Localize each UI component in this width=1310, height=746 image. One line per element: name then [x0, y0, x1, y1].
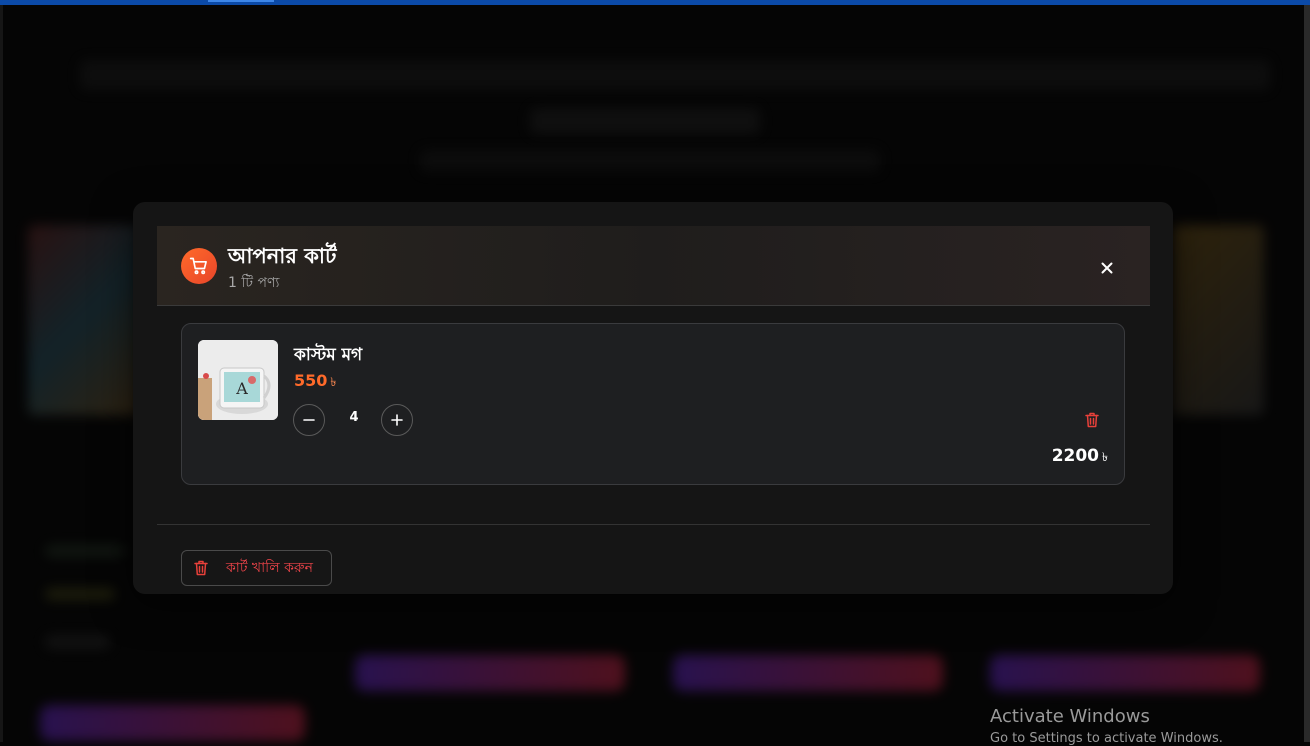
backdrop-hero-title [530, 108, 760, 134]
line-total-price: 2200 ৳ [1051, 446, 1108, 466]
footer-divider [157, 524, 1150, 525]
svg-text:A: A [235, 379, 248, 398]
clear-cart-label: কার্ট খালি করুন [226, 560, 313, 576]
backdrop-order-button [673, 655, 943, 691]
plus-icon [391, 414, 403, 426]
backdrop-order-button [990, 655, 1260, 691]
increase-quantity-button[interactable] [381, 404, 413, 436]
backdrop-order-button [40, 705, 305, 741]
backdrop-product-image [1172, 225, 1264, 415]
remove-item-button[interactable] [1082, 410, 1102, 430]
windows-activation-watermark: Activate Windows Go to Settings to activ… [990, 706, 1223, 746]
cart-icon [181, 248, 217, 284]
watermark-title: Activate Windows [990, 706, 1150, 727]
close-button[interactable] [1097, 258, 1117, 278]
backdrop-navbar [80, 60, 1270, 90]
cart-modal: আপনার কার্ট 1 টি পণ্য A কাস্টম মগ 550৳ [133, 202, 1173, 594]
backdrop-filter-item [45, 545, 125, 557]
backdrop-filter-item [45, 588, 115, 600]
clear-cart-button[interactable]: কার্ট খালি করুন [181, 550, 332, 586]
browser-top-bar [0, 0, 1310, 5]
cart-header: আপনার কার্ট 1 টি পণ্য [157, 226, 1150, 306]
window-scrollbar[interactable] [1304, 5, 1310, 742]
backdrop-hero-subtitle [420, 150, 880, 172]
decrease-quantity-button[interactable] [293, 404, 325, 436]
backdrop-product-image [28, 225, 138, 415]
cart-title: আপনার কার্ট [228, 244, 337, 268]
cart-item-count: 1 টি পণ্য [228, 275, 280, 291]
trash-icon [1085, 412, 1099, 428]
active-tab-indicator [208, 0, 274, 2]
product-unit-price: 550 ৳ [294, 371, 337, 390]
product-name[interactable]: কাস্টম মগ [294, 342, 362, 370]
cart-item: A কাস্টম মগ 550 ৳ 4 2200 ৳ [181, 323, 1125, 485]
window-left-edge [0, 5, 3, 742]
quantity-value: 4 [349, 410, 359, 425]
trash-icon [194, 560, 210, 576]
backdrop-order-button [355, 655, 625, 691]
product-thumbnail[interactable]: A [198, 340, 278, 420]
close-icon [1101, 262, 1113, 274]
backdrop-filter-item [45, 635, 110, 649]
minus-icon [303, 419, 315, 421]
watermark-subtitle: Go to Settings to activate Windows. [990, 731, 1223, 746]
